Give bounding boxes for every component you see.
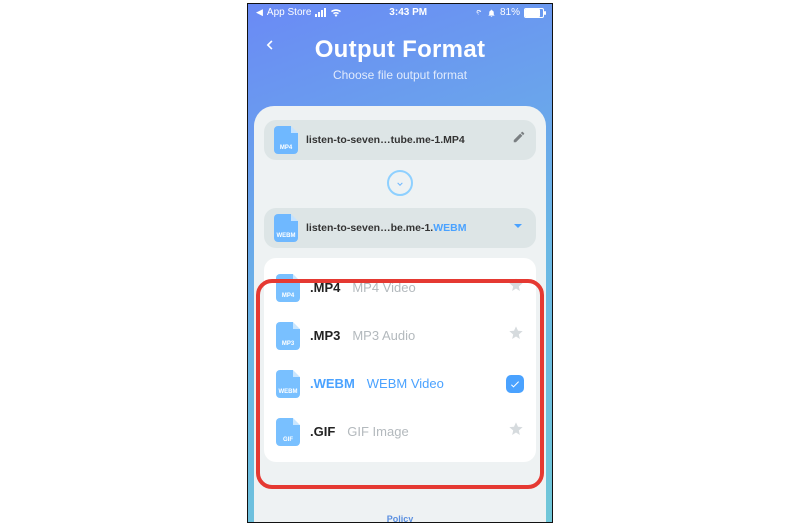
arrow-down-icon [387,170,413,196]
target-file-row[interactable]: WEBM listen-to-seven…be.me-1.WEBM [264,208,536,248]
page-subtitle: Choose file output format [248,68,552,82]
file-icon: WEBM [274,214,298,242]
wifi-icon [330,8,342,17]
portrait-lock-icon [474,8,483,18]
source-file-row[interactable]: MP4 listen-to-seven…tube.me-1.MP4 [264,120,536,160]
format-extension: .MP4 [310,280,340,295]
back-to-app-icon[interactable]: ◀ [256,7,263,18]
file-icon: MP4 [276,274,300,302]
header: Output Format Choose file output format [248,22,552,92]
format-description: MP4 Video [352,280,415,295]
format-extension: .MP3 [310,328,340,343]
format-description: WEBM Video [367,376,444,391]
alarm-icon [487,8,496,18]
content-card: MP4 listen-to-seven…tube.me-1.MP4 WEBM l… [254,106,546,523]
star-icon[interactable] [508,325,524,346]
file-icon: MP4 [274,126,298,154]
back-to-app-label[interactable]: App Store [267,7,311,18]
file-icon: WEBM [276,370,300,398]
format-option[interactable]: WEBM .WEBM WEBM Video [264,360,536,408]
star-icon[interactable] [508,277,524,298]
battery-icon [524,8,544,18]
format-option[interactable]: MP3 .MP3 MP3 Audio [264,312,536,360]
format-extension: .WEBM [310,376,355,391]
star-icon[interactable] [508,421,524,442]
page-title: Output Format [248,36,552,64]
file-icon: MP3 [276,322,300,350]
edit-icon[interactable] [512,130,526,149]
format-option[interactable]: GIF .GIF GIF Image [264,408,536,456]
battery-percent: 81% [500,7,520,18]
source-filename: listen-to-seven…tube.me-1.MP4 [306,134,504,146]
chevron-left-icon [262,35,276,55]
back-button[interactable] [256,32,282,58]
policy-link[interactable]: Policy [254,514,546,523]
status-bar: ◀ App Store 3:43 PM 81% [248,4,552,22]
check-icon [506,375,524,393]
format-description: GIF Image [347,424,408,439]
format-option[interactable]: MP4 .MP4 MP4 Video [264,264,536,312]
format-extension: .GIF [310,424,335,439]
phone-frame: ◀ App Store 3:43 PM 81% Output Format Ch… [247,3,553,523]
format-description: MP3 Audio [352,328,415,343]
target-filename: listen-to-seven…be.me-1.WEBM [306,222,502,234]
file-icon: GIF [276,418,300,446]
clock: 3:43 PM [342,7,474,18]
cell-signal-icon [315,8,326,17]
format-list: MP4 .MP4 MP4 Video MP3 .MP3 MP3 Audio WEBM .WEB… [264,258,536,462]
chevron-down-icon[interactable] [510,219,526,237]
